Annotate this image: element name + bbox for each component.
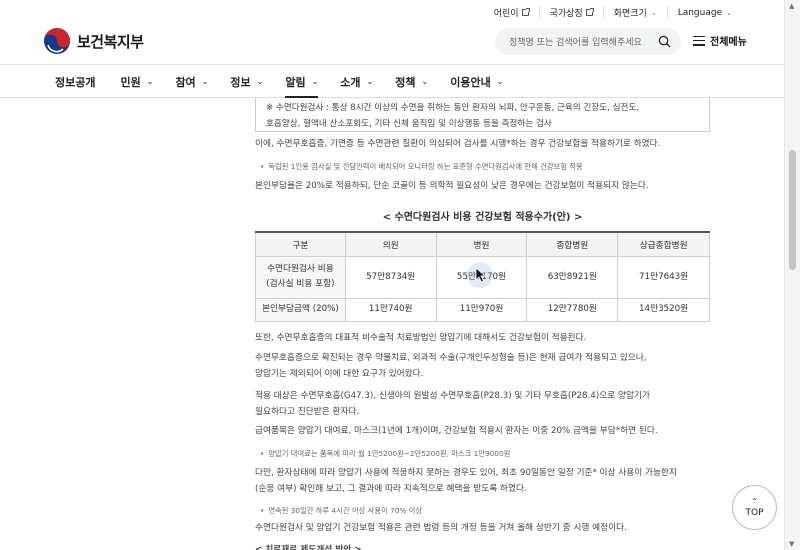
nav-item-about[interactable]: 소개 ⌄ — [340, 65, 373, 98]
site-logo[interactable]: 보건복지부 — [43, 27, 144, 55]
table-header: 의원 — [344, 231, 437, 257]
note-box: ※ 수면다원검사 : 통상 8시간 이상의 수면을 취하는 동안 환자의 뇌파,… — [255, 98, 710, 132]
utility-kids-link[interactable]: 어린이 — [484, 6, 540, 19]
mouse-cursor-icon — [475, 267, 487, 283]
scroll-to-top-button[interactable]: ⌃ TOP — [732, 485, 777, 530]
table-cell: 71만7643원 — [617, 255, 710, 299]
paragraph: 수면다원검사 및 양압기 건강보험 적용은 관련 법령 등의 개정 등을 거쳐 … — [255, 523, 627, 533]
paragraph: 또한, 수면무호흡증의 대표적 비수술적 치료방법인 양압기에 대해서도 건강보… — [255, 333, 587, 343]
table-cell: 12만7780원 — [526, 297, 619, 322]
table-cell: 14만3520원 — [617, 297, 710, 322]
site-header: 어린이 국가상징 화면크기 ⌄ Language ⌄ 보건복지부 정책명 또는 … — [0, 0, 784, 64]
nav-item-info-disclosure[interactable]: 정보공개 — [55, 65, 95, 98]
external-link-icon — [585, 8, 594, 16]
chevron-down-icon: ⌄ — [496, 77, 504, 86]
chevron-down-icon: ⌄ — [726, 8, 732, 17]
chevron-down-icon: ⌄ — [650, 8, 657, 17]
table-cell: 11만740원 — [344, 297, 437, 322]
nav-item-policy[interactable]: 정책 ⌄ — [395, 65, 428, 98]
paragraph: 다만, 환자상태에 따라 양압기 사용에 적응하지 못하는 경우도 있어, 최초… — [255, 468, 678, 478]
utility-font-size-dropdown[interactable]: 화면크기 ⌄ — [604, 6, 668, 19]
table-cell: 63만8921원 — [526, 255, 619, 299]
paragraph: 수면무호흡증으로 확진되는 경우 약물치료, 외과적 수술(구개인두성형술 등)… — [255, 353, 647, 363]
scroll-down-arrow-icon[interactable]: ▼ — [789, 540, 794, 548]
table-cell: 57만8734원 — [344, 255, 437, 299]
chevron-down-icon: ⌄ — [366, 77, 374, 86]
footnote: • 독립된 1인용 검사실 및 전담인력이 배치되어 모니터링 하는 표준형 수면… — [260, 162, 583, 171]
table-title: < 수면다원검사 비용 건강보험 적용수가(안) > — [382, 212, 583, 223]
paragraph: (순응 여부) 확인해 보고, 그 결과에 따라 지속적으로 혜택을 받도록 하… — [255, 484, 527, 494]
external-link-icon — [521, 8, 530, 16]
search-icon[interactable] — [658, 35, 671, 48]
paragraph: 급여품목은 양압기 대여료, 마스크(1년에 1개)이며, 건강보험 적용시 환… — [255, 426, 658, 436]
hamburger-icon — [693, 35, 705, 46]
table-cell: 11만970원 — [435, 297, 528, 322]
chevron-down-icon: ⌄ — [311, 77, 319, 86]
nav-item-information[interactable]: 정보 ⌄ — [230, 65, 263, 98]
nav-item-guide[interactable]: 이용안내 ⌄ — [450, 65, 503, 98]
article-body: ※ 수면다원검사 : 통상 8시간 이상의 수면을 취하는 동안 환자의 뇌파,… — [255, 98, 710, 550]
main-navigation: 정보공개 민원 ⌄ 참여 ⌄ 정보 ⌄ 알림 ⌄ 소개 ⌄ 정책 ⌄ 이용안내 ⌄ — [0, 64, 784, 98]
chevron-down-icon: ⌄ — [201, 77, 209, 86]
table-row: 본인부담금액 (20%) 11만740원 11만970원 12만7780원 14… — [255, 297, 710, 322]
logo-text: 보건복지부 — [77, 32, 144, 51]
paragraph: 이에, 수면무호흡증, 기면증 등 수면관련 질환이 의심되어 검사를 시행*하… — [255, 139, 661, 149]
chevron-down-icon: ⌄ — [146, 77, 154, 86]
nav-item-notice[interactable]: 알림 ⌄ — [285, 65, 318, 98]
all-menu-button[interactable]: 전체메뉴 — [693, 33, 747, 48]
search-placeholder: 정책명 또는 검색어를 입력해주세요 — [509, 38, 642, 48]
footnote: • 양압기 대여료는 품목에 따라 월 1만5200원~2만5200원, 마스크 … — [260, 449, 511, 458]
section-heading: < 치료재료 제도개선 방안 > — [255, 545, 362, 550]
utility-menu: 어린이 국가상징 화면크기 ⌄ Language ⌄ — [484, 6, 732, 19]
chevron-down-icon: ⌄ — [421, 77, 429, 86]
utility-language-dropdown[interactable]: Language ⌄ — [668, 8, 732, 18]
chevron-down-icon: ⌄ — [256, 77, 264, 86]
nav-item-civil-petition[interactable]: 민원 ⌄ — [120, 65, 153, 98]
taegeuk-logo-icon — [44, 28, 70, 54]
nav-item-participation[interactable]: 참여 ⌄ — [175, 65, 208, 98]
footnote: • 연속된 30일간 하루 4시간 이상 사용이 70% 이상 — [260, 506, 423, 515]
table-row-label: 수면다원검사 비용 (검사실 비용 포함) — [255, 255, 346, 299]
caret-up-icon: ⌃ — [751, 496, 758, 506]
table-header-row: 구분 의원 병원 종합병원 상급종합병원 — [255, 231, 710, 257]
table-row-label: 본인부담금액 (20%) — [255, 297, 346, 322]
table-header: 상급종합병원 — [617, 231, 710, 257]
search-input[interactable]: 정책명 또는 검색어를 입력해주세요 — [495, 28, 681, 55]
utility-national-symbol-link[interactable]: 국가상징 — [540, 6, 604, 19]
table-header: 병원 — [435, 231, 528, 257]
scroll-up-arrow-icon[interactable]: ▲ — [789, 2, 794, 10]
table-header: 구분 — [255, 231, 346, 257]
paragraph: 양압기는 제외되어 이에 대한 요구가 있어왔다. — [255, 369, 424, 379]
paragraph: 본인부담율은 20%로 적용하되, 단순 코골이 등 의학적 필요성이 낮은 경… — [255, 181, 649, 191]
page-scrollbar[interactable]: ▲ ▼ — [784, 0, 800, 550]
scrollbar-thumb[interactable] — [789, 150, 796, 270]
paragraph: 필요하다고 진단받은 환자다. — [255, 407, 360, 417]
paragraph: 적용 대상은 수면무호흡(G47.3), 신생아의 원발성 수면무호흡(P28.… — [255, 391, 650, 401]
table-header: 종합병원 — [526, 231, 619, 257]
